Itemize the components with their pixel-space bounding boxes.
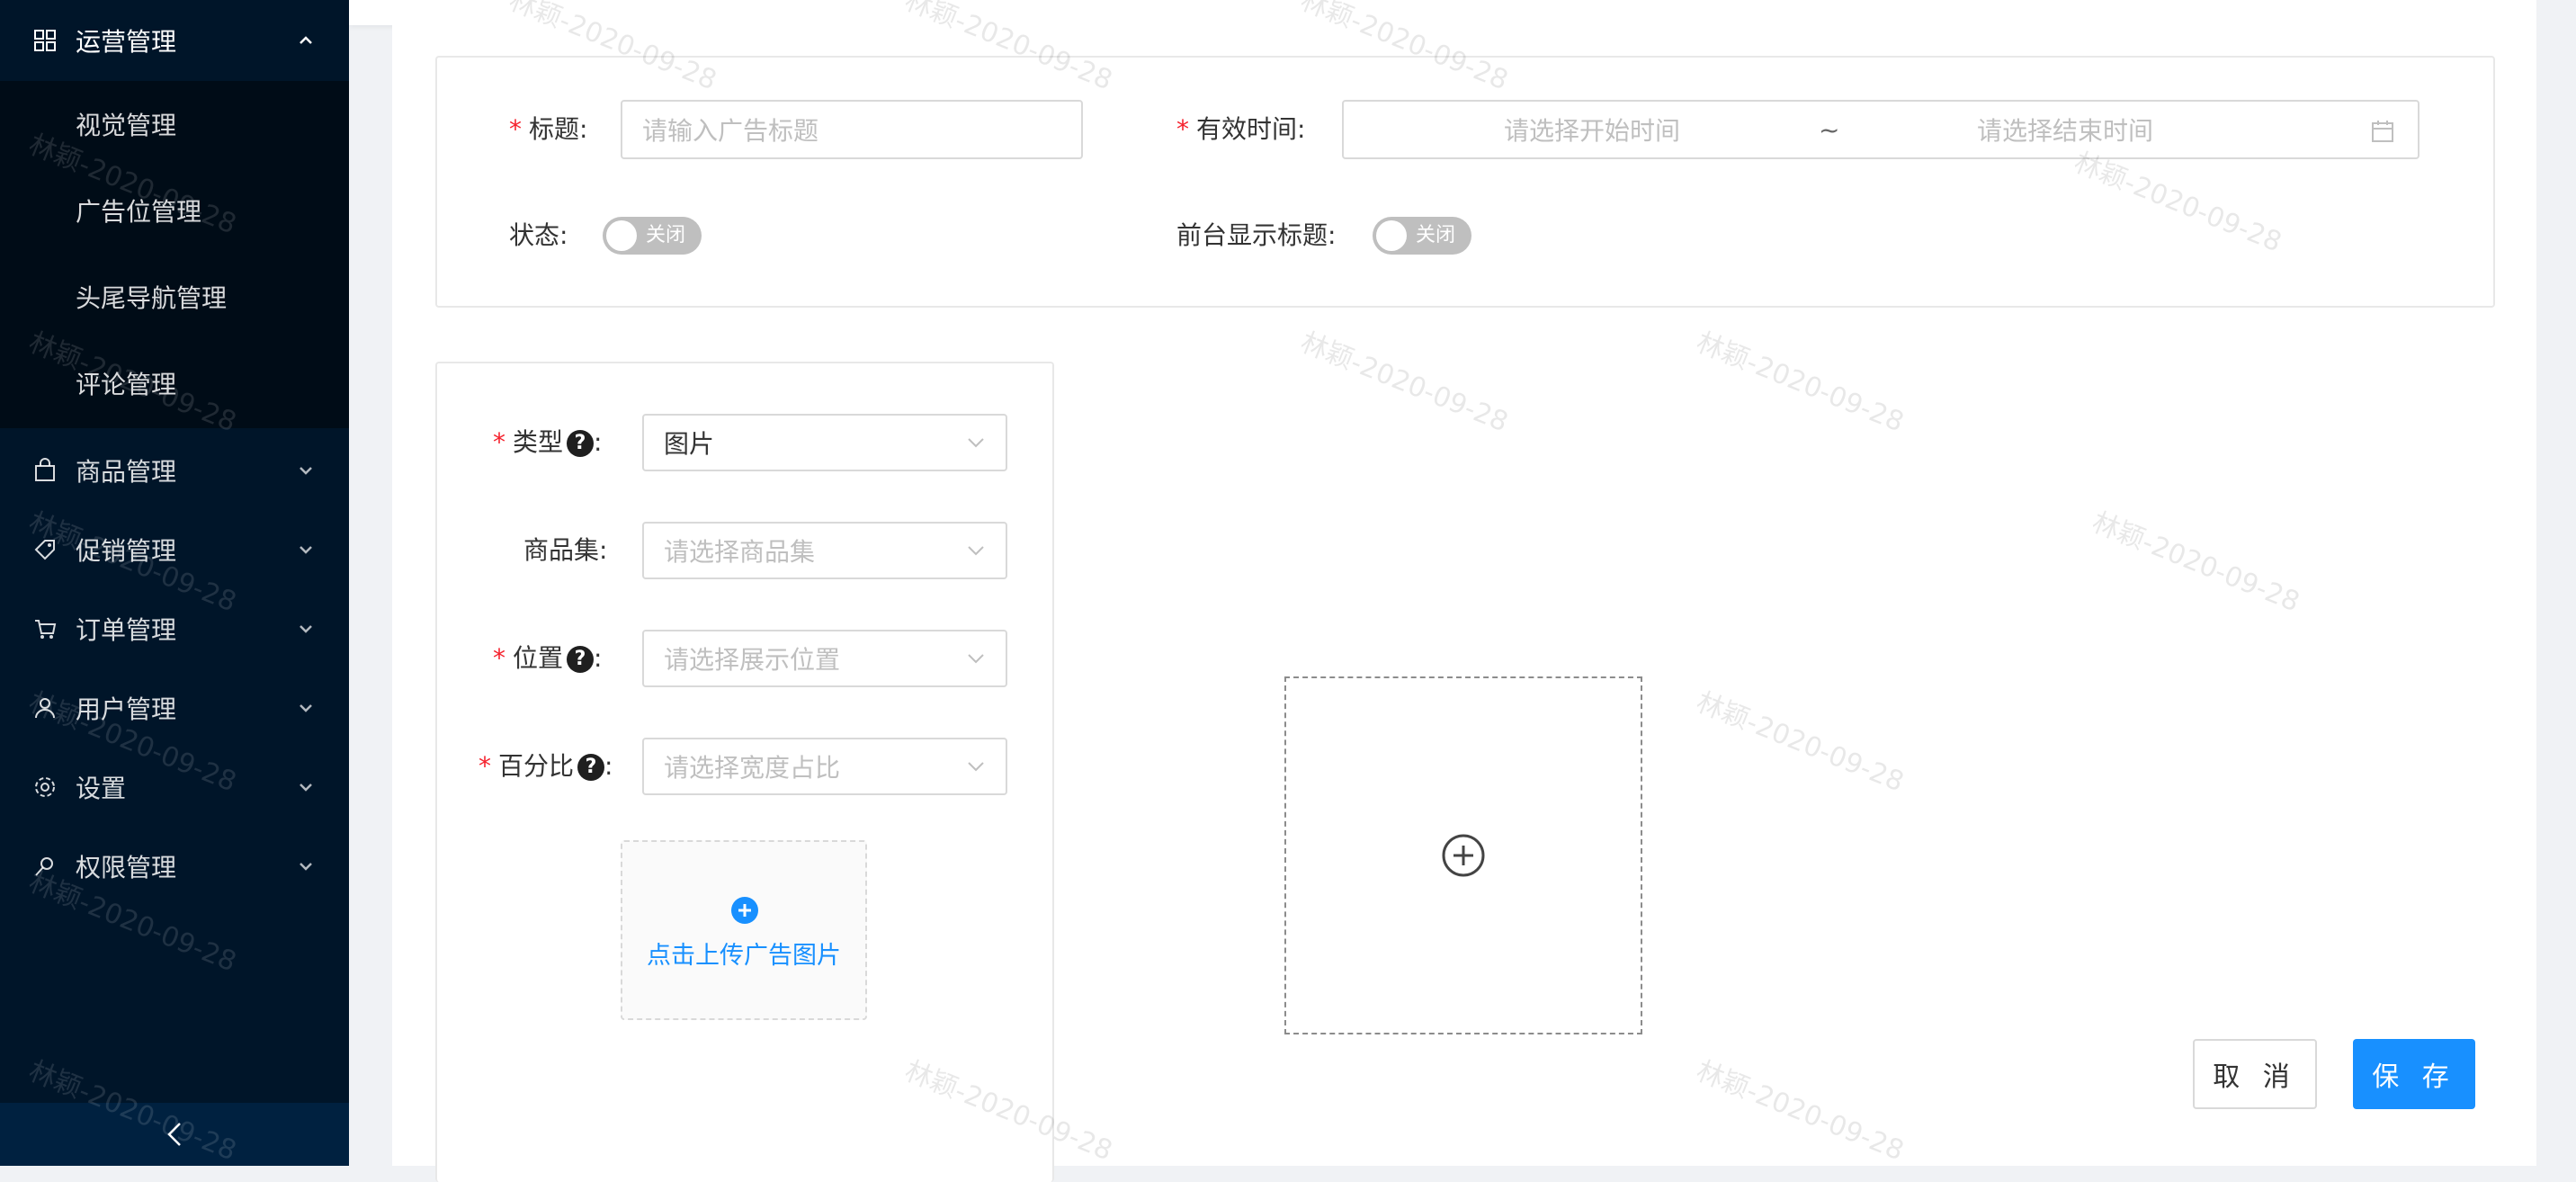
menu-orders-label: 订单管理 [76, 615, 177, 645]
chevron-down-icon [968, 438, 984, 448]
menu-operations[interactable]: 运营管理 [0, 0, 349, 81]
status-label: 状态: [509, 220, 568, 250]
position-label: * 位置?: [493, 643, 603, 673]
chevron-left-icon [167, 1123, 181, 1146]
operations-submenu: 视觉管理 广告位管理 头尾导航管理 评论管理 [0, 81, 349, 428]
chevron-down-icon [300, 863, 312, 871]
submenu-item-ad-slot[interactable]: 广告位管理 [76, 194, 201, 230]
valid-time-label: * 有效时间: [1176, 114, 1306, 144]
menu-products[interactable]: 商品管理 [0, 431, 349, 510]
cancel-button[interactable]: 取 消 [2193, 1039, 2317, 1109]
submenu-item-visual[interactable]: 视觉管理 [76, 108, 176, 144]
date-range-picker[interactable]: 请选择开始时间 ~ 请选择结束时间 [1342, 100, 2419, 159]
top-header [349, 0, 2576, 25]
chevron-down-icon [300, 784, 312, 792]
help-icon[interactable]: ? [567, 430, 595, 457]
sidebar: 运营管理 视觉管理 广告位管理 头尾导航管理 评论管理 商品管理 促销管理 订单… [0, 0, 349, 1167]
menu-users[interactable]: 用户管理 [0, 668, 349, 748]
chevron-down-icon [300, 546, 312, 554]
switch-knob [606, 220, 637, 251]
shopping-bag-icon [35, 458, 55, 481]
type-select[interactable]: 图片 [642, 414, 1007, 471]
start-time-input[interactable]: 请选择开始时间 [1504, 112, 1680, 148]
chevron-down-icon [300, 625, 312, 633]
show-title-label: 前台显示标题: [1176, 220, 1337, 250]
submenu-item-header-footer-nav[interactable]: 头尾导航管理 [76, 281, 227, 317]
plus-circle-icon [731, 897, 758, 924]
gear-icon [35, 777, 55, 797]
product-set-label: 商品集: [523, 535, 608, 565]
menu-orders[interactable]: 订单管理 [0, 589, 349, 668]
chevron-down-icon [968, 546, 984, 556]
grid-icon [34, 30, 56, 51]
menu-permissions-label: 权限管理 [76, 853, 177, 882]
show-title-switch[interactable]: 关闭 [1373, 217, 1471, 255]
key-icon [35, 857, 53, 876]
percent-select[interactable]: 请选择宽度占比 [642, 738, 1007, 795]
menu-users-label: 用户管理 [76, 694, 177, 724]
range-separator: ~ [1819, 114, 1840, 145]
end-time-input[interactable]: 请选择结束时间 [1977, 112, 2153, 148]
sidebar-collapse-button[interactable] [0, 1103, 349, 1166]
title-input-placeholder: 请输入广告标题 [642, 116, 819, 146]
menu-operations-label: 运营管理 [76, 27, 177, 57]
type-label: * 类型?: [493, 427, 603, 457]
page-gutter [2536, 0, 2576, 1166]
product-set-select[interactable]: 请选择商品集 [642, 522, 1007, 579]
switch-knob [1376, 220, 1407, 251]
basic-info-card [435, 56, 2495, 308]
menu-settings-label: 设置 [76, 774, 127, 803]
chevron-down-icon [300, 467, 312, 475]
position-placeholder: 请选择展示位置 [664, 645, 841, 675]
menu-products-label: 商品管理 [76, 457, 177, 487]
chevron-down-icon [300, 704, 312, 712]
help-icon[interactable]: ? [577, 754, 605, 781]
upload-text: 点击上传广告图片 [647, 942, 841, 970]
chevron-down-icon [968, 654, 984, 664]
calendar-icon [2372, 121, 2393, 142]
tag-icon [34, 540, 55, 560]
percent-placeholder: 请选择宽度占比 [664, 753, 841, 783]
cart-icon [35, 620, 57, 639]
add-ad-item-button[interactable] [1284, 676, 1642, 1034]
plus-circle-icon [1442, 834, 1485, 877]
status-switch-text: 关闭 [646, 224, 686, 246]
percent-label: * 百分比?: [479, 751, 613, 781]
menu-permissions[interactable]: 权限管理 [0, 827, 349, 906]
title-input[interactable]: 请输入广告标题 [621, 100, 1083, 159]
ad-image-upload[interactable]: 点击上传广告图片 [621, 840, 867, 1020]
product-set-placeholder: 请选择商品集 [664, 537, 816, 567]
type-select-value: 图片 [664, 429, 715, 459]
menu-promotions-label: 促销管理 [76, 536, 177, 566]
submenu-item-comments[interactable]: 评论管理 [76, 367, 176, 403]
status-switch[interactable]: 关闭 [603, 217, 702, 255]
user-icon [35, 698, 55, 719]
save-button[interactable]: 保 存 [2353, 1039, 2475, 1109]
title-label: * 标题: [509, 114, 588, 144]
menu-settings[interactable]: 设置 [0, 748, 349, 827]
chevron-down-icon [968, 762, 984, 772]
help-icon[interactable]: ? [567, 646, 595, 673]
show-title-switch-text: 关闭 [1416, 224, 1456, 246]
position-select[interactable]: 请选择展示位置 [642, 630, 1007, 687]
chevron-up-icon [300, 36, 312, 44]
menu-promotions[interactable]: 促销管理 [0, 510, 349, 589]
